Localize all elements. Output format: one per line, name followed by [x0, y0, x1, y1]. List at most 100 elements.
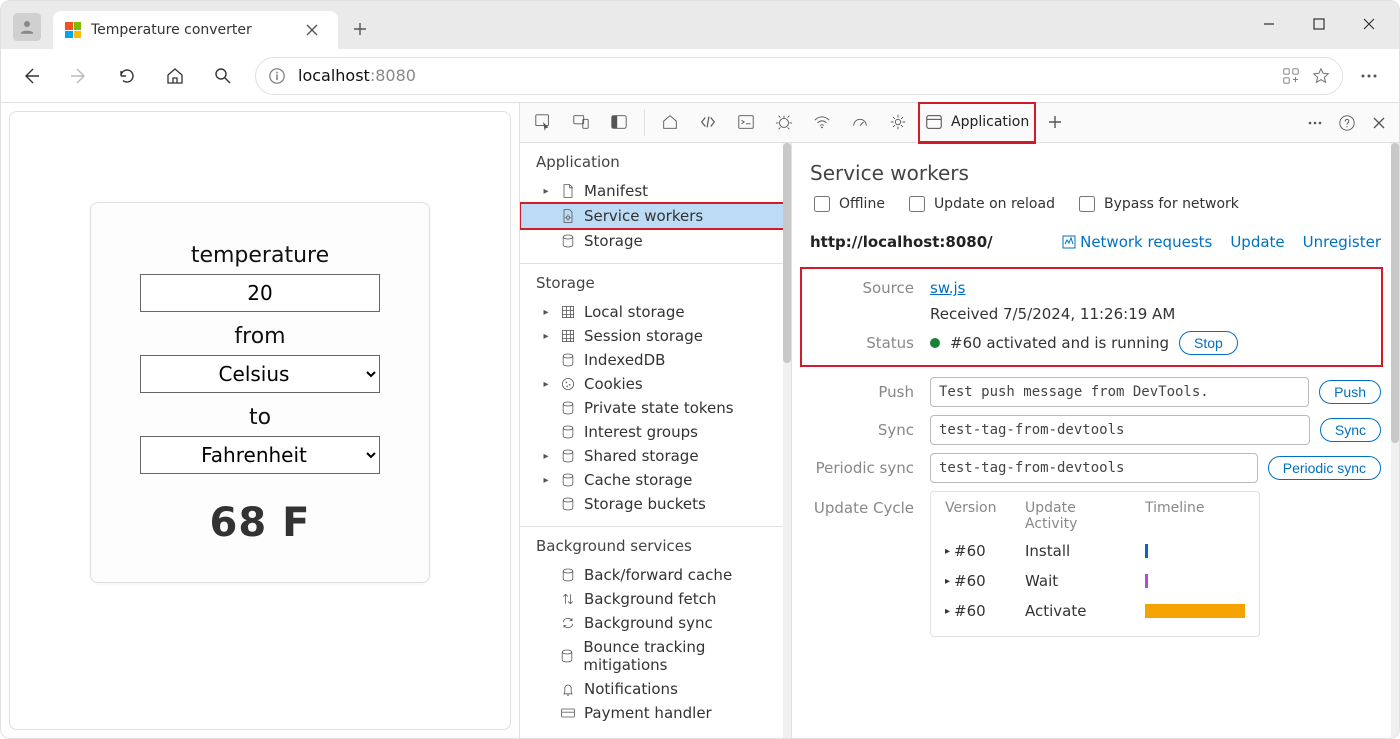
- link-network-requests[interactable]: Network requests: [1062, 233, 1212, 251]
- browser-menu-button[interactable]: [1349, 56, 1389, 96]
- devtools-close-button[interactable]: [1365, 109, 1393, 137]
- window-minimize-button[interactable]: [1247, 9, 1291, 39]
- devtools-tab-welcome[interactable]: [653, 103, 687, 143]
- input-temperature[interactable]: [140, 274, 380, 312]
- devtools-tab-sources[interactable]: [767, 103, 801, 143]
- button-periodic-sync[interactable]: Periodic sync: [1268, 456, 1381, 480]
- input-sync[interactable]: [930, 415, 1310, 445]
- sidebar-item-label: Service workers: [584, 207, 703, 225]
- panel-scrollbar[interactable]: [1391, 143, 1399, 738]
- arrow-right-icon: [69, 66, 89, 86]
- devtools-tab-network[interactable]: [805, 103, 839, 143]
- gear-file-icon: [560, 208, 576, 224]
- devtools-tab-performance[interactable]: [843, 103, 877, 143]
- sidebar-item[interactable]: ▸IndexedDB: [520, 348, 791, 372]
- new-tab-button[interactable]: [346, 15, 374, 43]
- link-unregister[interactable]: Unregister: [1303, 233, 1381, 251]
- nav-back-button[interactable]: [11, 56, 51, 96]
- status-dot-icon: [930, 338, 940, 348]
- sidebar-scrollbar[interactable]: [783, 143, 791, 738]
- devtools-tab-add[interactable]: [1039, 103, 1071, 143]
- devtools-tab-memory[interactable]: [881, 103, 915, 143]
- devtools-help-button[interactable]: [1333, 109, 1361, 137]
- devtools-tab-elements[interactable]: [691, 103, 725, 143]
- sidebar-item[interactable]: ▸Private state tokens: [520, 396, 791, 420]
- sidebar-item[interactable]: ▸Bounce tracking mitigations: [520, 635, 791, 677]
- window-close-button[interactable]: [1347, 9, 1391, 39]
- disclosure-triangle-icon: ▸: [540, 307, 552, 318]
- site-info-icon[interactable]: [268, 67, 286, 85]
- inspect-icon: [534, 113, 552, 131]
- select-to[interactable]: Fahrenheit: [140, 436, 380, 474]
- sw-stop-button[interactable]: Stop: [1179, 331, 1238, 355]
- db-icon: [560, 472, 576, 488]
- cycle-row[interactable]: ▸ #60Wait: [945, 566, 1245, 596]
- sidebar-item-label: Storage: [584, 232, 643, 250]
- browser-tab[interactable]: Temperature converter: [53, 11, 338, 49]
- sidebar-item[interactable]: ▸Manifest: [520, 179, 791, 203]
- sidebar-item[interactable]: ▸Service workers: [520, 203, 791, 229]
- profile-avatar[interactable]: [13, 13, 41, 41]
- sidebar-item[interactable]: ▸Shared storage: [520, 444, 791, 468]
- devtools-tabstrip: Application: [520, 103, 1399, 143]
- select-from[interactable]: Celsius: [140, 355, 380, 393]
- devtools-tab-dock[interactable]: [602, 103, 636, 143]
- reload-icon: [117, 66, 137, 86]
- sidebar-item[interactable]: ▸Local storage: [520, 300, 791, 324]
- devtools-tab-application[interactable]: Application: [919, 103, 1035, 143]
- sidebar-item[interactable]: ▸Interest groups: [520, 420, 791, 444]
- address-bar[interactable]: localhost:8080: [255, 57, 1343, 95]
- db-icon: [560, 567, 576, 583]
- file-icon: [560, 183, 576, 199]
- checkbox-offline[interactable]: Offline: [810, 193, 885, 215]
- sidebar-item-label: Interest groups: [584, 423, 698, 441]
- sidebar-item-label: Bounce tracking mitigations: [583, 638, 783, 674]
- sidebar-item[interactable]: ▸Cache storage: [520, 468, 791, 492]
- cycle-row[interactable]: ▸ #60Activate: [945, 596, 1245, 626]
- input-push[interactable]: [930, 377, 1309, 407]
- devtools-tab-console[interactable]: [729, 103, 763, 143]
- sidebar-item[interactable]: ▸Background sync: [520, 611, 791, 635]
- sidebar-item-label: Session storage: [584, 327, 703, 345]
- input-periodic-sync[interactable]: [930, 453, 1258, 483]
- button-sync[interactable]: Sync: [1320, 418, 1381, 442]
- window-maximize-button[interactable]: [1297, 9, 1341, 39]
- tab-favicon-icon: [65, 22, 81, 38]
- button-push[interactable]: Push: [1319, 380, 1381, 404]
- nav-forward-button: [59, 56, 99, 96]
- sidebar-item[interactable]: ▸Storage buckets: [520, 492, 791, 516]
- disclosure-triangle-icon: ▸: [540, 331, 552, 342]
- sidebar-item[interactable]: ▸Payment handler: [520, 701, 791, 725]
- sidebar-item[interactable]: ▸Cookies: [520, 372, 791, 396]
- devtools-more-button[interactable]: [1301, 109, 1329, 137]
- devtools-tab-device[interactable]: [564, 103, 598, 143]
- sw-highlight-region: Sourcesw.js Received 7/5/2024, 11:26:19 …: [802, 269, 1381, 365]
- checkbox-update-on-reload[interactable]: Update on reload: [905, 193, 1055, 215]
- nav-search-button[interactable]: [203, 56, 243, 96]
- favorite-icon[interactable]: [1312, 67, 1330, 85]
- updown-icon: [560, 591, 576, 607]
- sw-source-link[interactable]: sw.js: [930, 279, 965, 297]
- devtools-tab-inspect[interactable]: [526, 103, 560, 143]
- sidebar-item[interactable]: ▸Notifications: [520, 677, 791, 701]
- sidebar-item[interactable]: ▸ Session storage: [520, 324, 791, 348]
- apps-icon[interactable]: [1282, 67, 1300, 85]
- nav-reload-button[interactable]: [107, 56, 147, 96]
- sw-origin: http://localhost:8080/: [810, 233, 1044, 251]
- sidebar-item-label: IndexedDB: [584, 351, 665, 369]
- link-update[interactable]: Update: [1230, 233, 1284, 251]
- panel-heading: Service workers: [810, 161, 1381, 185]
- sidebar-item[interactable]: ▸Storage: [520, 229, 791, 253]
- close-icon: [1362, 17, 1376, 31]
- cycle-row[interactable]: ▸ #60Install: [945, 536, 1245, 566]
- console-icon: [737, 113, 755, 131]
- checkbox-bypass[interactable]: Bypass for network: [1075, 193, 1239, 215]
- sidebar-item[interactable]: ▸Background fetch: [520, 587, 791, 611]
- sidebar-item[interactable]: ▸Back/forward cache: [520, 563, 791, 587]
- tab-close-button[interactable]: [298, 16, 326, 44]
- tab-title: Temperature converter: [91, 22, 288, 38]
- rendered-page: temperature from Celsius to Fahrenheit 6…: [1, 103, 519, 738]
- nav-home-button[interactable]: [155, 56, 195, 96]
- user-icon: [18, 18, 36, 36]
- application-sidebar[interactable]: Application▸Manifest▸Service workers▸Sto…: [520, 143, 792, 738]
